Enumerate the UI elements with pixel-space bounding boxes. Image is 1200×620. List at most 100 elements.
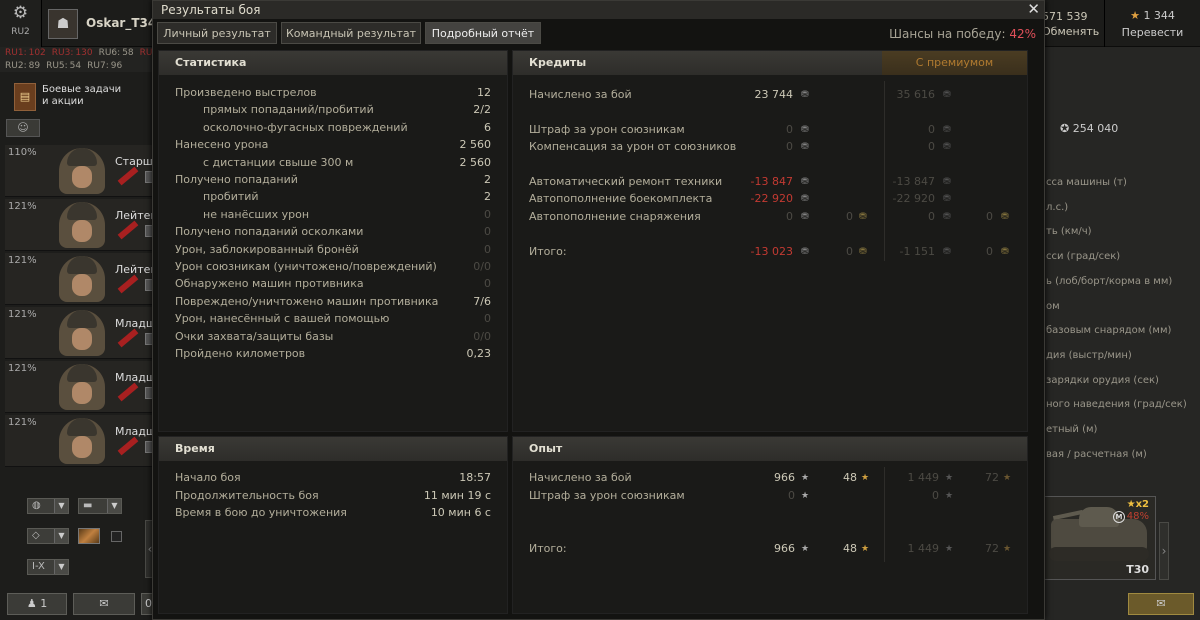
credits-icon: ⛃ xyxy=(801,142,809,152)
credit-label: Автопополнение боекомплекта xyxy=(529,192,713,205)
rank-ribbon-icon xyxy=(117,274,139,294)
stat-value: 0 xyxy=(484,242,491,256)
crew-portrait xyxy=(59,148,105,194)
server-load: 130 xyxy=(75,48,93,58)
rank-ribbon-icon xyxy=(117,220,139,240)
crew-member-slot[interactable]: 110% Старши xyxy=(5,145,160,197)
stat-row: Произведено выстрелов 12 xyxy=(159,86,509,100)
vehicle-name: T30 xyxy=(1126,563,1149,576)
tier-filter[interactable]: I-X ▼ xyxy=(27,559,69,575)
stat-value: 12 xyxy=(477,86,491,99)
chat-button[interactable]: ✉ xyxy=(73,593,135,615)
carousel-right-arrow[interactable]: › xyxy=(1159,522,1169,580)
crew-member-slot[interactable]: 121% Младши xyxy=(5,307,163,359)
stat-row: Нанесено урона 2 560 xyxy=(159,138,509,152)
stat-label: прямых попаданий/пробитий xyxy=(203,103,374,117)
rating-value: 254 040 xyxy=(1072,122,1119,135)
stat-label: Произведено выстрелов xyxy=(175,86,317,99)
experience-label: Итого: xyxy=(529,542,567,555)
quest-book-icon: ▤ xyxy=(14,83,36,111)
credit-value: -13 023 xyxy=(750,245,793,258)
vehicle-param-label: ного наведения (град/сек) xyxy=(1046,399,1187,411)
stat-value: 0 xyxy=(484,312,491,326)
credit-value: 0 xyxy=(786,123,793,136)
credits-title: Кредиты С премиумом xyxy=(513,51,1027,75)
premium-header: С премиумом xyxy=(882,51,1027,75)
stat-value: 2 560 xyxy=(459,155,492,169)
vehicle-card[interactable]: M ★x2 48% T30 xyxy=(1044,496,1156,580)
crew-skill-percent: 121% xyxy=(8,417,37,428)
time-row: Начало боя 18:57 xyxy=(159,471,509,485)
free-xp-star-icon: ★ xyxy=(861,544,870,554)
stat-label: Обнаружено машин противника xyxy=(175,277,364,291)
credits-icon: ⛃ xyxy=(943,125,951,135)
tier-filter-value: I-X xyxy=(32,561,45,572)
stat-value: 0 xyxy=(484,225,491,239)
filter-checkbox[interactable] xyxy=(111,531,122,542)
stat-row: Обнаружено машин противника 0 xyxy=(159,277,509,291)
crew-member-slot[interactable]: 121% Лейтена xyxy=(5,253,164,305)
star-icon: ★ xyxy=(1130,9,1140,22)
credit-label: Автоматический ремонт техники xyxy=(529,175,723,188)
translate-button[interactable]: Перевести xyxy=(1105,26,1200,39)
stat-value: 0/0 xyxy=(473,260,491,273)
credits-icon: ⛃ xyxy=(943,247,951,257)
experience-label: Начислено за бой xyxy=(529,471,632,484)
free-xp-value: 48 xyxy=(843,542,857,555)
tab-personal[interactable]: Личный результат xyxy=(157,22,277,44)
stat-value: 0/0 xyxy=(473,329,491,343)
credit-value: 0 xyxy=(786,210,793,223)
stat-value: 2 xyxy=(484,173,491,186)
tab-detailed[interactable]: Подробный отчёт xyxy=(425,22,541,44)
stat-label: Нанесено урона xyxy=(175,138,269,152)
premium-credit-value: 0 xyxy=(928,140,935,153)
crew-group-button[interactable]: ☺ xyxy=(6,119,40,137)
rank-ribbon-icon xyxy=(117,328,139,348)
server-load: 54 xyxy=(69,61,82,71)
close-icon[interactable]: ✕ xyxy=(1027,1,1040,18)
server-name: RU1: xyxy=(5,48,27,58)
time-value: 11 мин 19 с xyxy=(423,488,491,502)
quests-button[interactable]: ▤ Боевые задачи и акции xyxy=(10,83,150,113)
premium-filter-button[interactable] xyxy=(78,528,100,544)
rank-icon: ◇ xyxy=(32,530,40,541)
crew-skill-percent: 121% xyxy=(8,255,37,266)
credit-row: Автоматический ремонт техники -13 847 ⛃ -13… xyxy=(513,175,1029,189)
exchange-button[interactable]: Обменять xyxy=(1042,25,1099,38)
free-xp-panel[interactable]: ★ 1 344 Перевести xyxy=(1104,0,1200,47)
stat-label: Урон союзникам (уничтожено/повреждений) xyxy=(175,260,437,273)
crew-member-slot[interactable]: 121% Лейтена xyxy=(5,199,164,251)
server-load: 102 xyxy=(28,48,46,58)
crew-member-slot[interactable]: 121% Младши xyxy=(5,361,163,413)
premium-credit-value: 35 616 xyxy=(896,88,936,101)
xp-value: 966 xyxy=(774,542,795,555)
star-icon: ✪ xyxy=(1060,122,1070,135)
server-name: RU6: xyxy=(98,48,121,58)
stat-row: Получено попаданий осколками 0 xyxy=(159,225,509,239)
type-filter[interactable]: ▬ ▼ xyxy=(78,498,122,514)
credits-icon: ⛃ xyxy=(801,90,809,100)
crew-portrait xyxy=(59,310,105,356)
platoon-button[interactable]: ♟ 1 xyxy=(7,593,67,615)
free-xp-amount: 1 344 xyxy=(1143,9,1175,22)
clan-emblem-icon[interactable]: ☗ xyxy=(48,9,78,39)
tank-tracks xyxy=(1049,547,1149,561)
crew-member-slot[interactable]: 121% Младши xyxy=(5,415,163,467)
class-filter[interactable]: ◇ ▼ xyxy=(27,528,69,544)
chat-open-button[interactable]: ✉ xyxy=(1128,593,1194,615)
server-status: RU7: 96 xyxy=(87,61,122,71)
win-chance-value: 42% xyxy=(1009,27,1036,41)
settings-button[interactable]: ⚙ RU2 xyxy=(0,0,42,47)
nation-filter[interactable]: ◍ ▼ xyxy=(27,498,69,514)
stat-label: осколочно-фугасных повреждений xyxy=(203,120,408,134)
credit-row: Автопополнение боекомплекта -22 920 ⛃ -22 9… xyxy=(513,192,1029,206)
stat-value: 0,23 xyxy=(466,347,492,360)
premium-gold-value: 0 xyxy=(986,210,993,223)
tab-team[interactable]: Командный результат xyxy=(281,22,421,44)
vehicle-param-label: вая / расчетная (м) xyxy=(1046,448,1147,460)
stat-row: Урон, нанесённый с вашей помощью 0 xyxy=(159,312,509,326)
vehicle-param-label: л.с.) xyxy=(1046,201,1069,213)
time-label: Продолжительность боя xyxy=(175,488,319,502)
crew-portrait xyxy=(59,202,105,248)
stat-row: осколочно-фугасных повреждений 6 xyxy=(159,121,509,135)
